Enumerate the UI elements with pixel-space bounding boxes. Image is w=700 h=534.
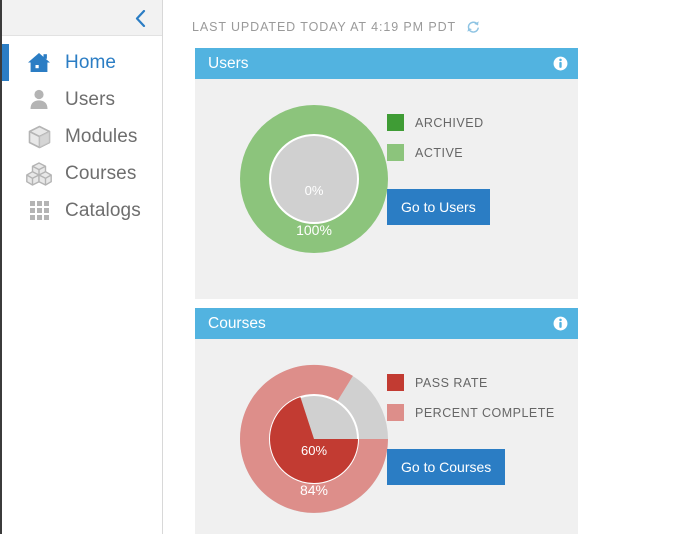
last-updated-bar: LAST UPDATED TODAY AT 4:19 PM PDT (164, 0, 700, 34)
refresh-icon[interactable] (466, 20, 480, 34)
active-indicator (2, 44, 9, 81)
last-updated-text: LAST UPDATED TODAY AT 4:19 PM PDT (192, 20, 457, 34)
users-donut-chart: 0% 100% (217, 87, 412, 287)
users-card-body: 0% 100% ARCHIVED ACTIVE Go to Users (195, 79, 578, 299)
legend-label: ARCHIVED (415, 115, 484, 130)
courses-inner-value: 60% (301, 443, 327, 458)
go-to-courses-button[interactable]: Go to Courses (387, 449, 506, 485)
sidebar-item-label: Catalogs (65, 199, 141, 221)
sidebar-item-label: Home (65, 51, 117, 73)
legend-label: PERCENT COMPLETE (415, 405, 555, 420)
courses-card-header: Courses (195, 308, 578, 339)
legend-swatch-archived (387, 114, 404, 131)
sidebar-header (2, 0, 162, 36)
users-outer-value: 100% (296, 222, 332, 238)
info-icon[interactable] (553, 316, 568, 331)
sidebar: Home Users Modules Courses Catalogs (2, 0, 163, 534)
legend-item: ACTIVE (387, 144, 484, 161)
sidebar-nav: Home Users Modules Courses Catalogs (2, 36, 162, 229)
cubes-icon (24, 161, 54, 187)
legend-label: PASS RATE (415, 375, 488, 390)
legend-item: PASS RATE (387, 374, 555, 391)
collapse-sidebar-button[interactable] (128, 6, 152, 30)
sidebar-item-label: Modules (65, 125, 138, 147)
sidebar-item-courses[interactable]: Courses (2, 155, 162, 192)
chevron-left-icon (135, 9, 145, 27)
users-card: Users 0% 100% ARCHIVED ACTIVE Go to User… (195, 48, 578, 299)
courses-outer-value: 84% (300, 482, 328, 498)
users-legend: ARCHIVED ACTIVE (387, 114, 484, 174)
courses-donut-chart: 60% 84% (217, 347, 412, 534)
user-icon (24, 87, 54, 113)
cube-icon (24, 124, 54, 150)
courses-legend: PASS RATE PERCENT COMPLETE (387, 374, 555, 434)
sidebar-item-label: Users (65, 88, 116, 110)
main-content: LAST UPDATED TODAY AT 4:19 PM PDT Users (164, 0, 700, 534)
users-inner-value: 0% (305, 183, 324, 198)
legend-label: ACTIVE (415, 145, 464, 160)
legend-swatch-percent-complete (387, 404, 404, 421)
sidebar-item-home[interactable]: Home (2, 44, 162, 81)
home-icon (24, 50, 54, 76)
go-to-users-button[interactable]: Go to Users (387, 189, 490, 225)
sidebar-item-users[interactable]: Users (2, 81, 162, 118)
legend-swatch-pass-rate (387, 374, 404, 391)
sidebar-item-modules[interactable]: Modules (2, 118, 162, 155)
legend-swatch-active (387, 144, 404, 161)
users-card-header: Users (195, 48, 578, 79)
sidebar-item-catalogs[interactable]: Catalogs (2, 192, 162, 229)
dashboard-page: Home Users Modules Courses Catalogs LAST… (0, 0, 700, 534)
courses-card-body: 60% 84% PASS RATE PERCENT COMPLETE Go to… (195, 339, 578, 534)
legend-item: PERCENT COMPLETE (387, 404, 555, 421)
card-title: Courses (208, 314, 266, 332)
grid-icon (24, 198, 54, 224)
sidebar-item-label: Courses (65, 162, 137, 184)
info-icon[interactable] (553, 56, 568, 71)
courses-card: Courses 60% 84% PASS RATE PERCENT COMPLE… (195, 308, 578, 534)
legend-item: ARCHIVED (387, 114, 484, 131)
card-title: Users (208, 54, 249, 72)
